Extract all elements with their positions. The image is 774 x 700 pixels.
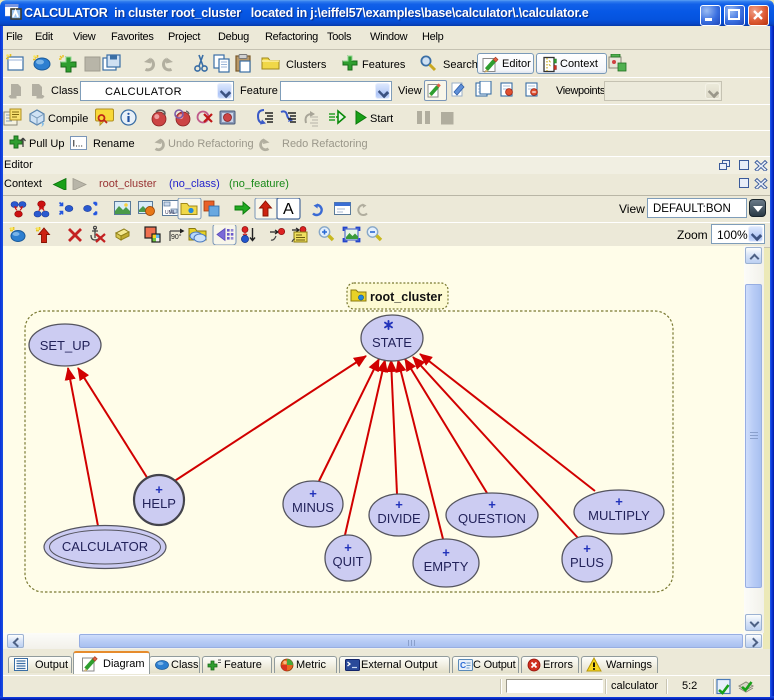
svg-text:Compile: Compile bbox=[48, 113, 88, 125]
svg-text:Search: Search bbox=[443, 59, 478, 71]
svg-text:HELP: HELP bbox=[142, 496, 176, 511]
svg-text:+: + bbox=[344, 540, 352, 555]
svg-text:90°: 90° bbox=[171, 233, 182, 241]
svg-text:PLUS: PLUS bbox=[570, 555, 604, 570]
svg-text:Redo Refactoring: Redo Refactoring bbox=[282, 138, 367, 150]
svg-text:+: + bbox=[309, 486, 317, 501]
svg-text:Features: Features bbox=[362, 59, 406, 71]
svg-text:+: + bbox=[488, 497, 496, 512]
svg-text:CALCULATOR: CALCULATOR bbox=[62, 539, 148, 554]
svg-text:+: + bbox=[583, 541, 591, 556]
svg-text:MINUS: MINUS bbox=[292, 500, 334, 515]
svg-text:Start: Start bbox=[370, 113, 393, 125]
svg-text:Rename: Rename bbox=[93, 138, 135, 150]
svg-text:UML: UML bbox=[165, 210, 176, 216]
svg-text:Clusters: Clusters bbox=[286, 59, 327, 71]
svg-text:SET_UP: SET_UP bbox=[40, 338, 91, 353]
svg-text:Undo Refactoring: Undo Refactoring bbox=[168, 138, 254, 150]
svg-text:EMPTY: EMPTY bbox=[424, 559, 469, 574]
svg-text:STATE: STATE bbox=[372, 335, 412, 350]
svg-text:Pull Up: Pull Up bbox=[29, 138, 64, 150]
svg-text:QUESTION: QUESTION bbox=[458, 511, 526, 526]
svg-text:MULTIPLY: MULTIPLY bbox=[588, 508, 650, 523]
svg-text:C: C bbox=[460, 660, 466, 670]
svg-text:+: + bbox=[442, 545, 450, 560]
svg-text:+: + bbox=[155, 482, 163, 497]
svg-text:A: A bbox=[283, 201, 294, 218]
svg-text:+: + bbox=[615, 494, 623, 509]
svg-text:I...: I... bbox=[73, 139, 84, 150]
svg-text:root_cluster: root_cluster bbox=[370, 290, 442, 304]
svg-text:QUIT: QUIT bbox=[332, 554, 363, 569]
svg-text:+: + bbox=[395, 497, 403, 512]
svg-text:DIVIDE: DIVIDE bbox=[377, 511, 421, 526]
